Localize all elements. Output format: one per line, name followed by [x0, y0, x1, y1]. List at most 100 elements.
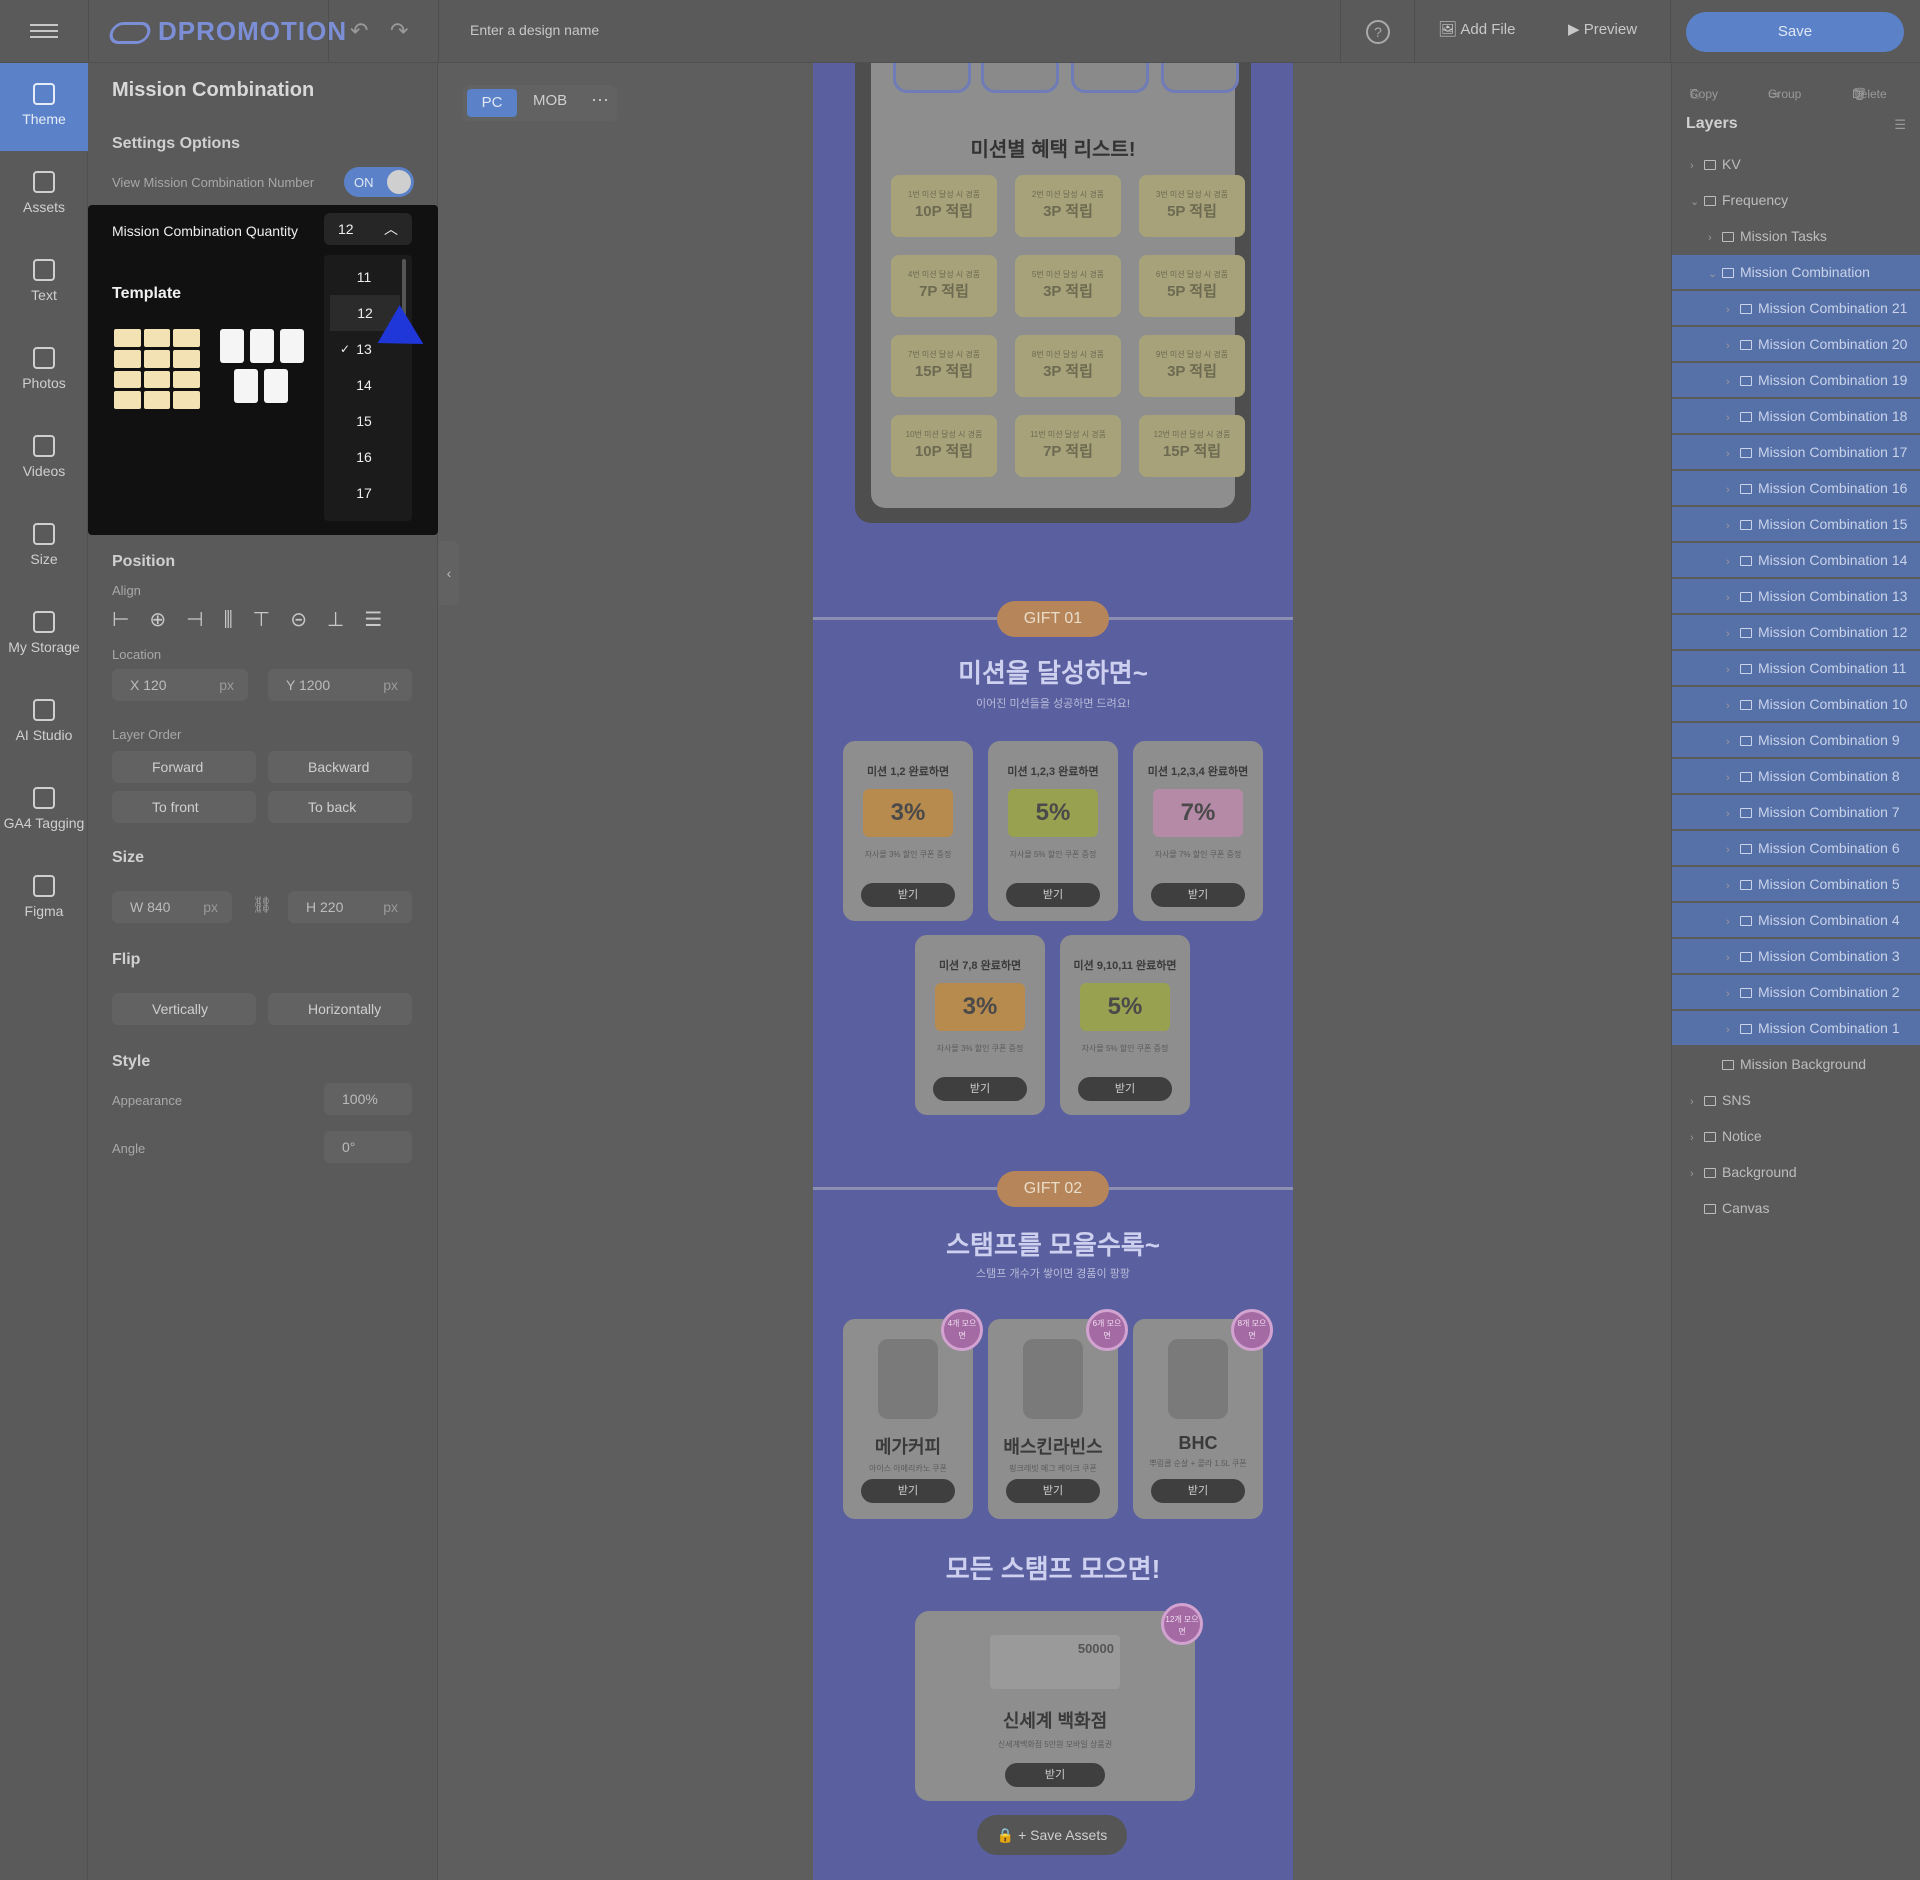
layer-item[interactable]: › Mission Combination 1	[1672, 1011, 1920, 1045]
dropdown-option[interactable]: 15	[324, 403, 404, 439]
rail-item-videos[interactable]: Videos	[0, 415, 88, 503]
combo-reward-card[interactable]: 미션 7,8 완료하면 3% 자사몰 3% 할인 쿠폰 증정 받기	[915, 935, 1045, 1115]
chevron-right-icon[interactable]: ›	[1726, 293, 1740, 325]
quantity-select[interactable]: 12 ︿	[324, 213, 412, 245]
mission-cell[interactable]: 8번 미션 달성 시 경품 3P 적립	[1015, 335, 1121, 397]
chevron-right-icon[interactable]: ›	[1726, 329, 1740, 361]
redo-icon[interactable]: ↷	[390, 18, 408, 44]
chevron-right-icon[interactable]: ›	[1726, 689, 1740, 721]
receive-button[interactable]: 받기	[861, 883, 955, 907]
layer-item[interactable]: › Notice	[1672, 1119, 1920, 1153]
layer-item[interactable]: › Mission Combination 2	[1672, 975, 1920, 1009]
chevron-right-icon[interactable]: ›	[1690, 149, 1704, 181]
undo-icon[interactable]: ↶	[350, 18, 368, 44]
chevron-right-icon[interactable]: ›	[1726, 761, 1740, 793]
mission-cell[interactable]: 9번 미션 달성 시 경품 3P 적립	[1139, 335, 1245, 397]
rail-item-photos[interactable]: Photos	[0, 327, 88, 415]
mission-cell[interactable]: 12번 미션 달성 시 경품 15P 적립	[1139, 415, 1245, 477]
layer-item[interactable]: › Mission Combination 19	[1672, 363, 1920, 397]
collapse-panel-button[interactable]: ‹	[439, 541, 459, 605]
collapse-layers-icon[interactable]: ☰	[1894, 117, 1906, 133]
layer-item[interactable]: › Mission Combination 9	[1672, 723, 1920, 757]
rail-item-my-storage[interactable]: My Storage	[0, 591, 88, 679]
rail-item-theme[interactable]: Theme	[0, 63, 88, 151]
chevron-right-icon[interactable]: ›	[1726, 401, 1740, 433]
rail-item-ai-studio[interactable]: AI Studio	[0, 679, 88, 767]
layer-item[interactable]: › Background	[1672, 1155, 1920, 1189]
rail-item-size[interactable]: Size	[0, 503, 88, 591]
layer-item[interactable]: › Mission Combination 4	[1672, 903, 1920, 937]
layer-item[interactable]: Mission Background	[1672, 1047, 1920, 1081]
template-grid-option[interactable]	[114, 329, 200, 409]
flip-horizontal-button[interactable]: Horizontally	[268, 993, 412, 1025]
layer-item[interactable]: › Mission Combination 8	[1672, 759, 1920, 793]
chevron-right-icon[interactable]: ›	[1726, 545, 1740, 577]
receive-button[interactable]: 받기	[1006, 1479, 1100, 1503]
chevron-down-icon[interactable]: ⌄	[1690, 185, 1704, 217]
backward-button[interactable]: Backward	[268, 751, 412, 783]
chevron-right-icon[interactable]: ›	[1726, 437, 1740, 469]
chevron-right-icon[interactable]: ›	[1690, 1121, 1704, 1153]
y-input[interactable]: Y 1200 px	[268, 669, 412, 701]
save-button[interactable]: Save	[1686, 12, 1904, 52]
chevron-right-icon[interactable]: ›	[1726, 1013, 1740, 1045]
save-assets-button[interactable]: 🔒 + Save Assets	[977, 1815, 1127, 1855]
chevron-right-icon[interactable]: ›	[1708, 221, 1722, 253]
chevron-right-icon[interactable]: ›	[1726, 977, 1740, 1009]
help-icon[interactable]: ?	[1366, 20, 1390, 44]
mission-cell[interactable]: 10번 미션 달성 시 경품 10P 적립	[891, 415, 997, 477]
layer-item[interactable]: ⌄ Frequency	[1672, 183, 1920, 217]
more-icon[interactable]: ···	[591, 89, 609, 110]
combo-reward-card[interactable]: 미션 9,10,11 완료하면 5% 자사몰 5% 할인 쿠폰 증정 받기	[1060, 935, 1190, 1115]
mission-board[interactable]: 미션별 혜택 리스트! 1번 미션 달성 시 경품 10P 적립 2번 미션 달성 …	[855, 63, 1251, 523]
preview-button[interactable]: ▶ Preview	[1568, 20, 1637, 38]
rail-item-text[interactable]: Text	[0, 239, 88, 327]
mission-cell[interactable]: 3번 미션 달성 시 경품 5P 적립	[1139, 175, 1245, 237]
dropdown-option[interactable]: 16	[324, 439, 404, 475]
align-buttons[interactable]: ⊢⊕⊣⫼⊤⊝⊥☰	[112, 607, 412, 633]
view-number-toggle[interactable]: ON	[344, 167, 414, 197]
chevron-right-icon[interactable]: ›	[1726, 473, 1740, 505]
combo-reward-card[interactable]: 미션 1,2 완료하면 3% 자사몰 3% 할인 쿠폰 증정 받기	[843, 741, 973, 921]
forward-button[interactable]: Forward	[112, 751, 256, 783]
layer-item[interactable]: › SNS	[1672, 1083, 1920, 1117]
flip-vertical-button[interactable]: Vertically	[112, 993, 256, 1025]
to-back-button[interactable]: To back	[268, 791, 412, 823]
layer-item[interactable]: › Mission Combination 18	[1672, 399, 1920, 433]
chevron-right-icon[interactable]: ›	[1726, 617, 1740, 649]
dropdown-option[interactable]: 17	[324, 475, 404, 511]
grand-prize-card[interactable]: 50000 신세계 백화점 신세계백화점 5만원 모바일 상품권 받기 12개 …	[915, 1603, 1203, 1801]
view-mob-button[interactable]: MOB	[533, 92, 567, 109]
layer-item[interactable]: › Mission Combination 15	[1672, 507, 1920, 541]
layer-item[interactable]: › Mission Combination 6	[1672, 831, 1920, 865]
receive-button[interactable]: 받기	[1078, 1077, 1172, 1101]
unlink-icon[interactable]: ⛓	[252, 895, 272, 915]
chevron-right-icon[interactable]: ›	[1726, 869, 1740, 901]
layer-item[interactable]: › Mission Combination 14	[1672, 543, 1920, 577]
receive-button[interactable]: 받기	[933, 1077, 1027, 1101]
receive-button[interactable]: 받기	[1151, 1479, 1245, 1503]
layer-item[interactable]: › Mission Combination 10	[1672, 687, 1920, 721]
x-input[interactable]: X 120 px	[112, 669, 248, 701]
chevron-right-icon[interactable]: ›	[1726, 905, 1740, 937]
appearance-input[interactable]: 100%	[324, 1083, 412, 1115]
layer-item[interactable]: Canvas	[1672, 1191, 1920, 1225]
layer-item[interactable]: › Mission Combination 16	[1672, 471, 1920, 505]
stamp-reward-card[interactable]: 메가커피 아이스 아메리카노 쿠폰 4개 모으면 받기	[843, 1309, 983, 1519]
layer-item[interactable]: › Mission Combination 17	[1672, 435, 1920, 469]
mission-cell[interactable]: 7번 미션 달성 시 경품 15P 적립	[891, 335, 997, 397]
view-pc-button[interactable]: PC	[467, 89, 517, 117]
mission-cell[interactable]: 1번 미션 달성 시 경품 10P 적립	[891, 175, 997, 237]
mission-cell[interactable]: 5번 미션 달성 시 경품 3P 적립	[1015, 255, 1121, 317]
chevron-right-icon[interactable]: ›	[1726, 725, 1740, 757]
chevron-right-icon[interactable]: ›	[1726, 941, 1740, 973]
layer-item[interactable]: ⌄ Mission Combination	[1672, 255, 1920, 289]
layer-item[interactable]: › Mission Combination 12	[1672, 615, 1920, 649]
mission-cell[interactable]: 4번 미션 달성 시 경품 7P 적립	[891, 255, 997, 317]
angle-input[interactable]: 0°	[324, 1131, 412, 1163]
rail-item-ga4-tagging[interactable]: GA4 Tagging	[0, 767, 88, 855]
layer-item[interactable]: › Mission Combination 7	[1672, 795, 1920, 829]
design-name-input[interactable]: Enter a design name	[470, 22, 599, 38]
layer-item[interactable]: › Mission Combination 20	[1672, 327, 1920, 361]
chevron-right-icon[interactable]: ›	[1726, 653, 1740, 685]
